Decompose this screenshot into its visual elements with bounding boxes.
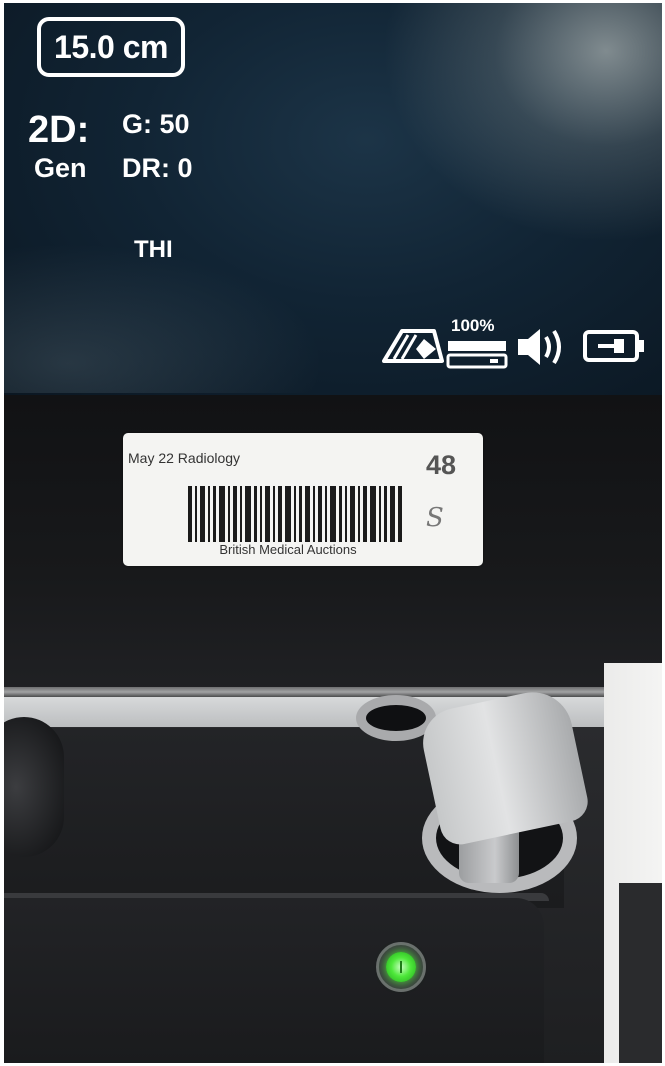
storage-icon: [446, 341, 508, 369]
cart-handle[interactable]: [4, 717, 64, 857]
lot-number: 48: [425, 450, 456, 480]
control-panel: [4, 898, 544, 1063]
imaging-mode: 2D:: [28, 109, 90, 151]
power-indicator: [386, 952, 416, 982]
label-title: May 22 Radiology: [128, 450, 241, 466]
probe-icon: [382, 329, 444, 363]
auction-lot-label: May 22 Radiology 48 British Medical Auct…: [123, 433, 483, 566]
storage-percent: 100%: [451, 316, 495, 335]
depth-readout[interactable]: 15.0 cm: [37, 17, 185, 77]
gain-readout: G: 50: [122, 109, 190, 139]
handwritten-mark: S: [426, 503, 444, 533]
status-bar: 100%: [374, 316, 662, 369]
battery-plug-icon: [583, 330, 644, 362]
label-organization: British Medical Auctions: [219, 542, 357, 557]
thi-indicator: THI: [134, 236, 173, 263]
power-button[interactable]: [376, 942, 426, 992]
device-photo: 15.0 cm 2D: G: 50 Gen DR: 0 THI 100% May…: [4, 3, 662, 1063]
power-icon: [400, 961, 402, 973]
screen-glare: [4, 243, 324, 393]
barcode: [188, 486, 402, 542]
ultrasound-screen: 15.0 cm 2D: G: 50 Gen DR: 0 THI 100%: [4, 3, 662, 395]
monitor-edge: [4, 687, 662, 697]
volume-icon: [518, 329, 561, 365]
preset-label: Gen: [34, 153, 87, 183]
background-object: [619, 883, 662, 1063]
dynamic-range-readout: DR: 0: [122, 153, 193, 183]
